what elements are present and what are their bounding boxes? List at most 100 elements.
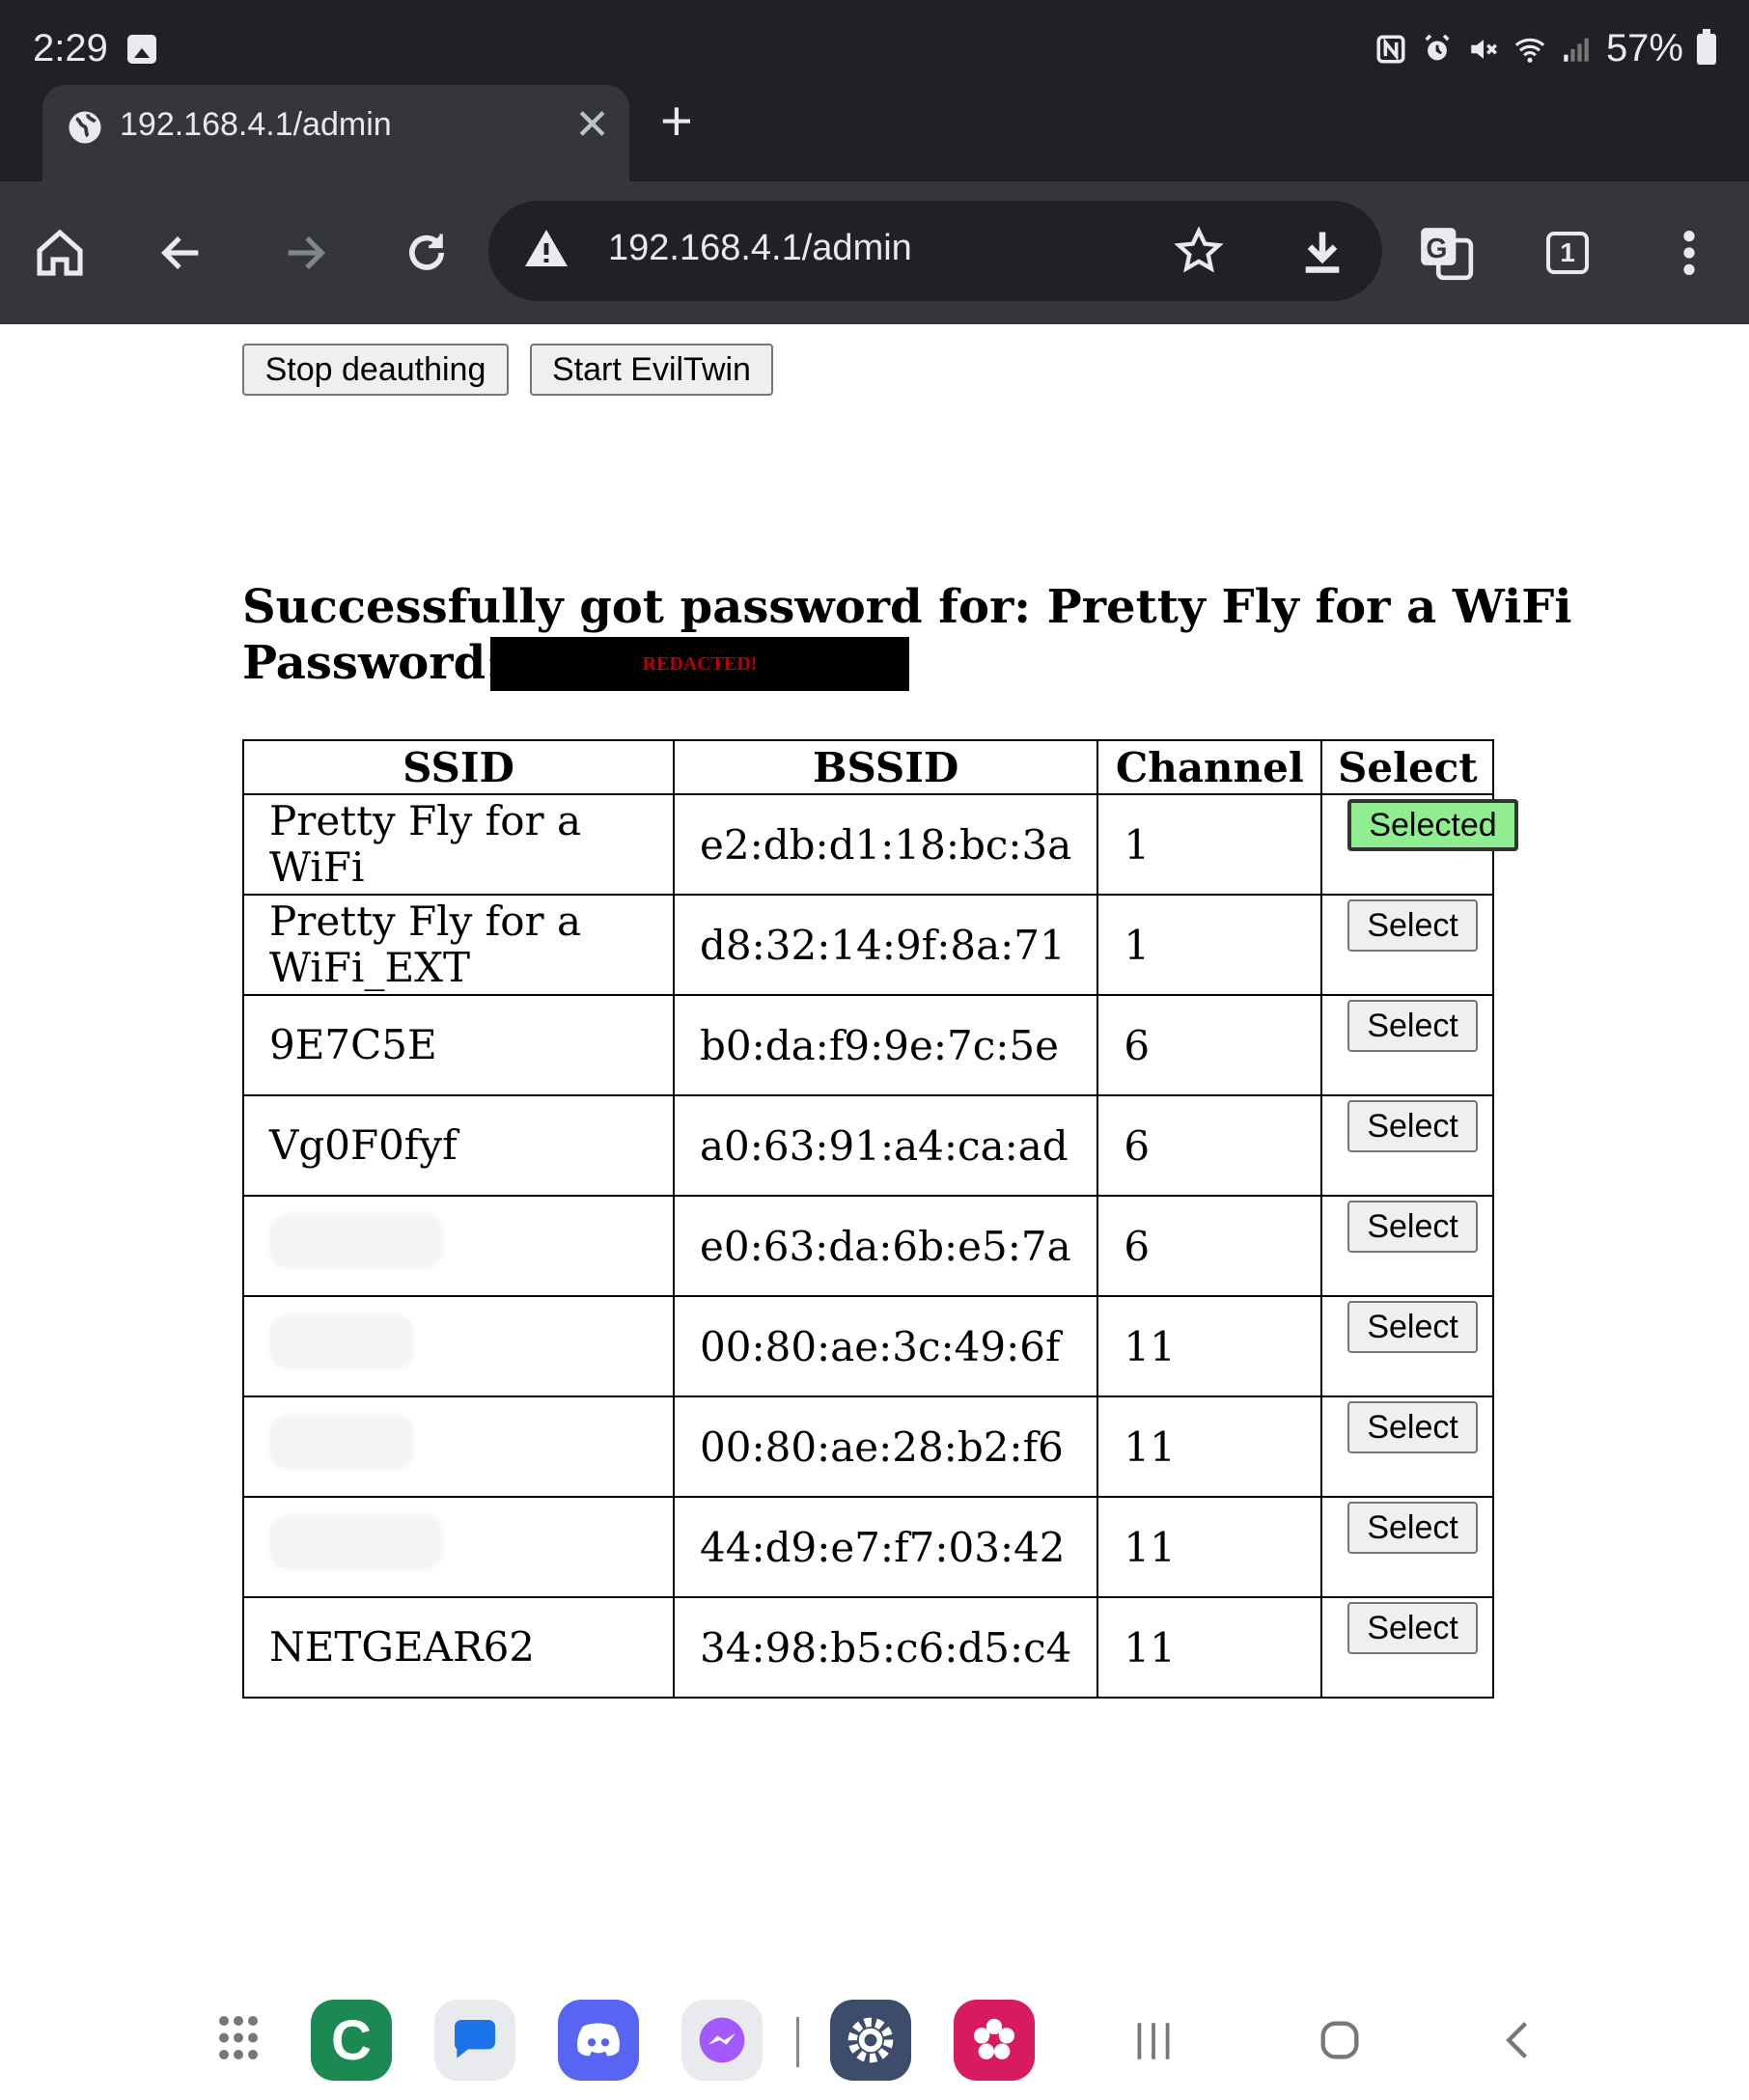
discord-icon[interactable] bbox=[558, 2000, 639, 2081]
browser-tab[interactable]: 192.168.4.1/admin ✕ bbox=[42, 85, 629, 181]
more-vert-icon bbox=[1683, 231, 1695, 275]
bssid-cell: 44:d9:e7:f7:03:42 bbox=[672, 1496, 1099, 1598]
c-app-glyph: C bbox=[331, 2008, 372, 2072]
select-button[interactable]: Select bbox=[1347, 1301, 1478, 1353]
flower-icon bbox=[974, 2018, 1014, 2059]
bssid-cell: e0:63:da:6b:e5:7a bbox=[672, 1195, 1099, 1297]
gallery-icon[interactable] bbox=[954, 2000, 1035, 2081]
channel-cell: 6 bbox=[1097, 1094, 1323, 1197]
url-text[interactable]: 192.168.4.1/admin bbox=[608, 228, 912, 269]
ssid-cell-blurred bbox=[242, 1295, 675, 1397]
channel-cell: 6 bbox=[1097, 994, 1323, 1096]
table-row: 00:80:ae:3c:49:6f 11 Select bbox=[242, 1295, 1495, 1397]
start-eviltwin-button[interactable]: Start EvilTwin bbox=[530, 344, 773, 396]
download-icon[interactable] bbox=[1297, 226, 1347, 276]
recents-button[interactable] bbox=[1129, 2017, 1178, 2070]
chevron-left-icon bbox=[1506, 2022, 1528, 2059]
tab-count: 1 bbox=[1546, 232, 1589, 274]
home-nav-button[interactable] bbox=[1315, 2015, 1365, 2070]
mute-icon bbox=[1471, 39, 1497, 59]
select-button[interactable]: Select bbox=[1347, 899, 1478, 952]
channel-cell: 11 bbox=[1097, 1295, 1323, 1397]
back-nav-button[interactable] bbox=[1494, 2015, 1544, 2070]
gear-icon bbox=[847, 2017, 894, 2063]
select-button[interactable]: Select bbox=[1347, 1100, 1478, 1152]
ssid-cell: Pretty Fly for a WiFi bbox=[242, 793, 675, 896]
translate-icon: G bbox=[1421, 228, 1474, 281]
bookmark-star-icon[interactable] bbox=[1174, 226, 1224, 276]
home-button[interactable] bbox=[27, 220, 93, 286]
dock-separator bbox=[796, 2017, 799, 2067]
tab-title: 192.168.4.1/admin bbox=[120, 106, 392, 143]
table-row: NETGEAR62 34:98:b5:c6:d5:c4 11 Select bbox=[242, 1596, 1495, 1699]
result-title: Successfully got password for: Pretty Fl… bbox=[242, 580, 1572, 634]
reload-icon bbox=[409, 234, 444, 270]
select-button[interactable]: Select bbox=[1347, 1401, 1478, 1453]
table-row: 44:d9:e7:f7:03:42 11 Select bbox=[242, 1496, 1495, 1598]
channel-cell: 1 bbox=[1097, 793, 1323, 896]
omnibox[interactable]: 192.168.4.1/admin bbox=[488, 201, 1382, 301]
close-tab-icon[interactable]: ✕ bbox=[574, 100, 610, 150]
ssid-cell: NETGEAR62 bbox=[242, 1596, 675, 1699]
messages-icon[interactable] bbox=[434, 2000, 515, 2081]
table-row: Vg0F0fyf a0:63:91:a4:ca:ad 6 Select bbox=[242, 1094, 1495, 1197]
table-row: 00:80:ae:28:b2:f6 11 Select bbox=[242, 1395, 1495, 1498]
messenger-icon[interactable] bbox=[681, 2000, 763, 2081]
channel-cell: 11 bbox=[1097, 1395, 1323, 1498]
ssid-cell-blurred bbox=[242, 1395, 675, 1498]
bssid-cell: 00:80:ae:28:b2:f6 bbox=[672, 1395, 1099, 1498]
table-row: Pretty Fly for a WiFi_EXT d8:32:14:9f:8a… bbox=[242, 894, 1495, 996]
image-notification-icon bbox=[127, 35, 156, 64]
select-button[interactable]: Select bbox=[1347, 1201, 1478, 1253]
bssid-cell: d8:32:14:9f:8a:71 bbox=[672, 894, 1099, 996]
bssid-cell: 00:80:ae:3c:49:6f bbox=[672, 1295, 1099, 1397]
bssid-cell: a0:63:91:a4:ca:ad bbox=[672, 1094, 1099, 1197]
battery-percent: 57% bbox=[1605, 27, 1683, 69]
blurred-ssid bbox=[269, 1213, 443, 1269]
tab-switcher-button[interactable]: 1 bbox=[1535, 220, 1600, 286]
home-circle-icon bbox=[1320, 2021, 1359, 2059]
signal-icon bbox=[1564, 38, 1589, 62]
col-channel: Channel bbox=[1097, 739, 1323, 795]
translate-button[interactable]: G bbox=[1413, 220, 1479, 286]
ssid-cell-blurred bbox=[242, 1496, 675, 1598]
recents-icon bbox=[1137, 2023, 1170, 2059]
forward-button[interactable] bbox=[272, 220, 338, 286]
arrow-left-icon bbox=[160, 235, 199, 270]
app-drawer-icon bbox=[219, 2016, 258, 2059]
ssid-cell: 9E7C5E bbox=[242, 994, 675, 1096]
status-bar: 2:29 57% bbox=[0, 0, 1749, 91]
app-drawer-button[interactable] bbox=[203, 2000, 284, 2081]
arrow-right-icon bbox=[288, 235, 326, 270]
reload-button[interactable] bbox=[394, 220, 459, 286]
select-button[interactable]: Select bbox=[1347, 1602, 1478, 1654]
channel-cell: 6 bbox=[1097, 1195, 1323, 1297]
ssid-cell-blurred bbox=[242, 1195, 675, 1297]
stop-deauth-button[interactable]: Stop deauthing bbox=[242, 344, 509, 396]
c-app-icon[interactable]: C bbox=[311, 2000, 392, 2081]
channel-cell: 11 bbox=[1097, 1496, 1323, 1598]
warning-icon[interactable] bbox=[523, 226, 569, 272]
table-row: Pretty Fly for a WiFi e2:db:d1:18:bc:3a … bbox=[242, 793, 1518, 896]
discord-logo-icon bbox=[577, 2023, 620, 2057]
ssid-cell: Pretty Fly for a WiFi_EXT bbox=[242, 894, 675, 996]
selected-button[interactable]: Selected bbox=[1347, 799, 1518, 851]
new-tab-button[interactable]: + bbox=[660, 89, 693, 153]
back-button[interactable] bbox=[149, 220, 214, 286]
table-row: 9E7C5E b0:da:f9:9e:7c:5e 6 Select bbox=[242, 994, 1495, 1096]
bssid-cell: b0:da:f9:9e:7c:5e bbox=[672, 994, 1099, 1096]
select-button[interactable]: Select bbox=[1347, 1000, 1478, 1052]
blurred-ssid bbox=[269, 1313, 414, 1369]
messenger-logo-icon bbox=[699, 2017, 745, 2063]
settings-icon[interactable] bbox=[830, 2000, 911, 2081]
select-button[interactable]: Select bbox=[1347, 1502, 1478, 1554]
menu-button[interactable] bbox=[1656, 220, 1722, 286]
battery-icon bbox=[1697, 28, 1716, 65]
browser-toolbar: 192.168.4.1/admin G 1 bbox=[0, 181, 1749, 324]
table-row: e0:63:da:6b:e5:7a 6 Select bbox=[242, 1195, 1495, 1297]
redacted-password: REDACTED! bbox=[490, 637, 909, 691]
bssid-cell: e2:db:d1:18:bc:3a bbox=[672, 793, 1099, 896]
channel-cell: 1 bbox=[1097, 894, 1323, 996]
chat-bubble-icon bbox=[455, 2020, 495, 2059]
svg-text:G: G bbox=[1426, 234, 1447, 264]
